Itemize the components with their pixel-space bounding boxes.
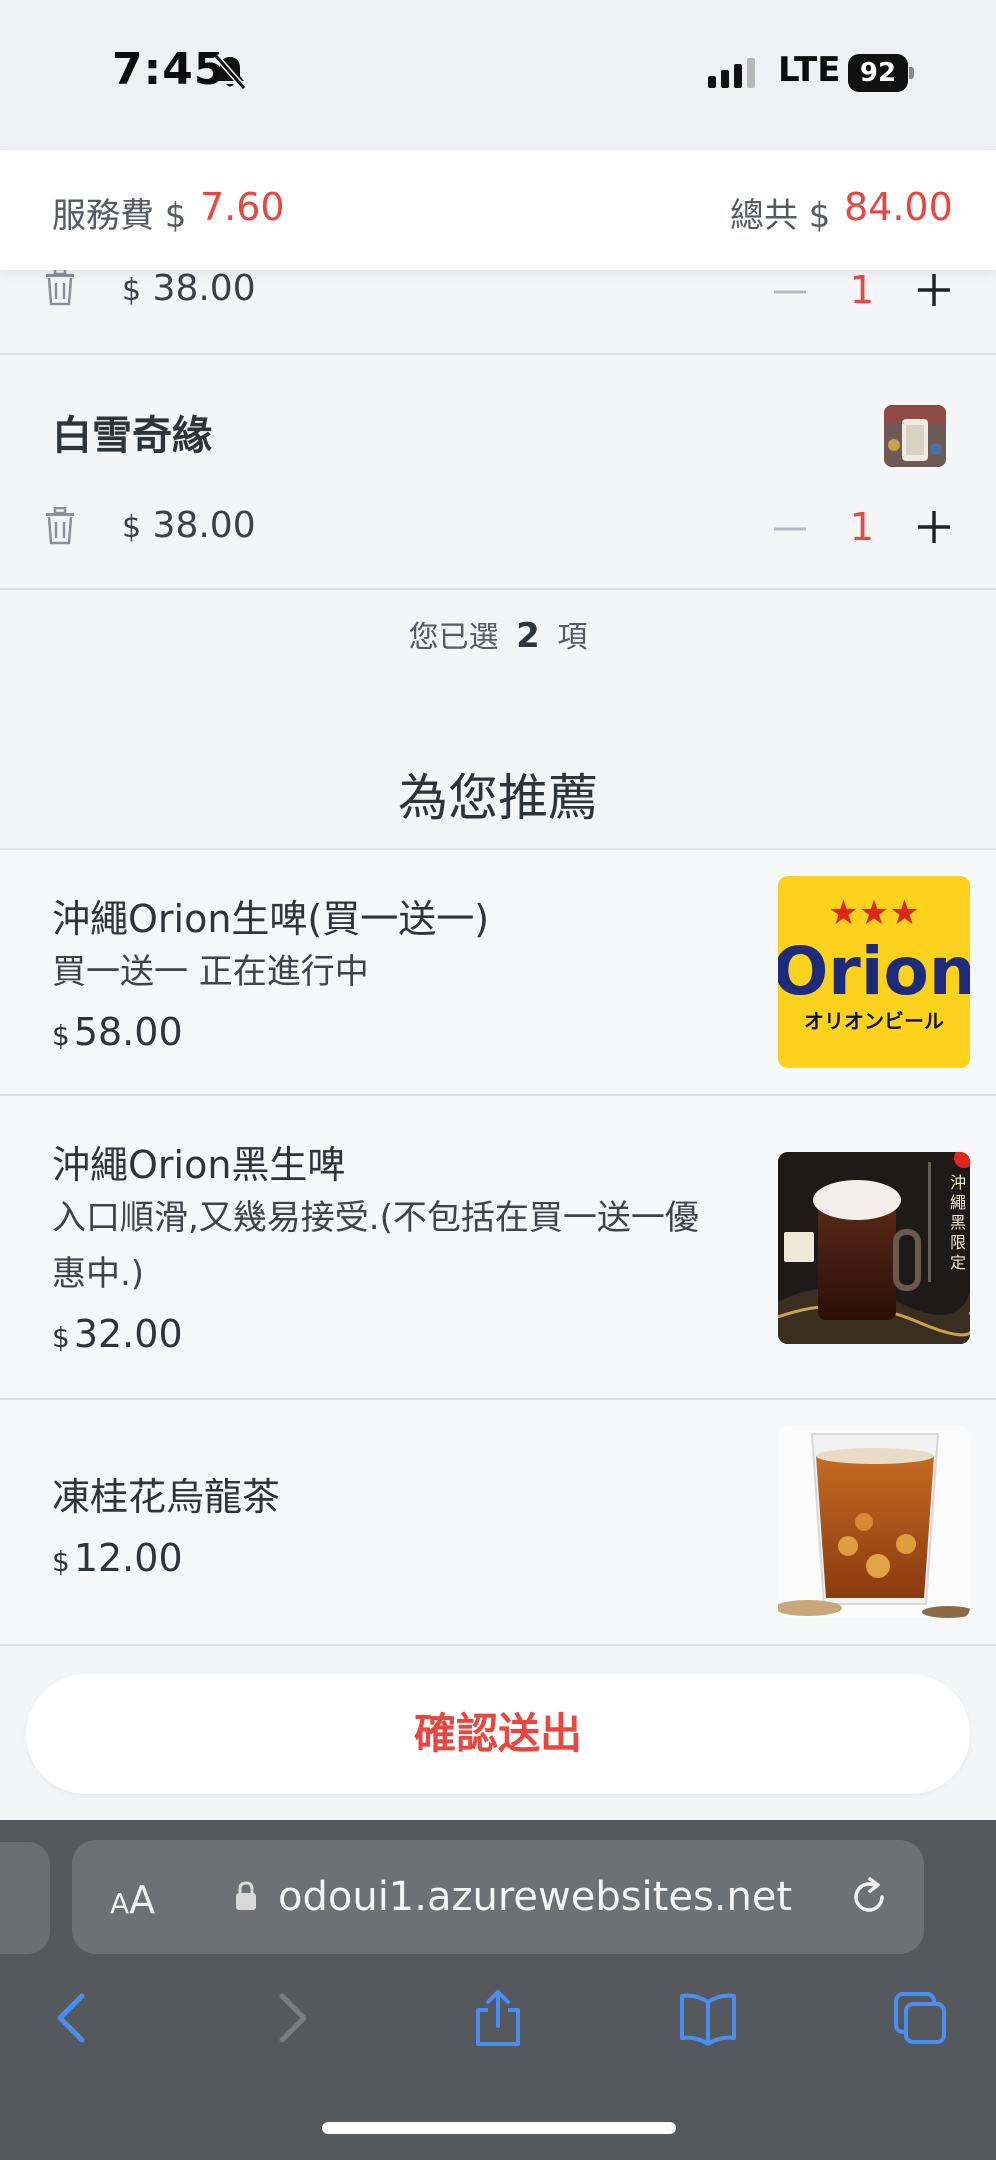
iced-tea-image [778,1426,970,1618]
battery-icon: 92 [848,54,914,92]
recommend-item[interactable]: 凍桂花烏龍茶 $12.00 [0,1400,996,1646]
quantity-value: 1 [849,505,875,549]
item-thumbnail [884,405,946,467]
bookmarks-icon[interactable] [678,1988,738,2048]
cart-item: 白雪奇緣 $ 38.00 1 [0,355,996,590]
price-value: 58.00 [73,1010,183,1054]
aa-large: A [129,1878,156,1922]
orion-logo-subtext: オリオンビール [804,1009,944,1033]
reload-icon[interactable] [848,1876,890,1918]
order-summary-bar: 服務費 $ 7.60 總共 $ 84.00 [0,150,996,270]
recommend-item[interactable]: 沖繩Orion生啤(買一送一) 買一送一 正在進行中 $58.00 ★★★ Or… [0,848,996,1096]
decrease-quantity-button[interactable] [772,511,808,547]
previous-tab-edge[interactable] [0,1842,50,1954]
selected-number: 2 [516,616,540,656]
trash-icon[interactable] [44,507,76,545]
decrease-quantity-button[interactable] [772,274,808,310]
recommend-item[interactable]: 沖繩Orion黑生啤 入口順滑,又幾易接受.(不包括在買一送一優惠中.) $32… [0,1096,996,1400]
aa-small: A [110,1887,130,1920]
recommend-item-name: 沖繩Orion黑生啤 [52,1143,346,1187]
browser-toolbar: AA odoui1.azurewebsites.net [0,1820,996,2160]
price-value: 38.00 [152,505,256,546]
reader-aa-button[interactable]: AA [110,1878,155,1922]
selected-count: 您已選 2 項 [0,612,996,656]
address-bar[interactable]: AA odoui1.azurewebsites.net [72,1840,924,1954]
recommend-item-name: 沖繩Orion生啤(買一送一) [52,897,490,941]
svg-text:繩: 繩 [950,1193,966,1212]
quantity-value: 1 [849,268,875,312]
lock-icon [236,1881,256,1910]
tabs-icon[interactable] [890,1988,950,2048]
recommend-item-price: $12.00 [52,1536,183,1580]
item-price: $ 38.00 [122,505,256,546]
item-name: 白雪奇緣 [52,413,212,459]
battery-level: 92 [848,54,908,92]
home-indicator[interactable] [322,2122,676,2134]
orion-logo-text: Orion [778,933,970,1010]
price-value: 38.00 [152,268,256,309]
recommend-item-desc: 入口順滑,又幾易接受.(不包括在買一送一優惠中.) [52,1198,699,1294]
svg-text:定: 定 [950,1253,966,1272]
currency-symbol: $ [52,1545,70,1578]
battery-tip [909,67,914,79]
recommend-item-name: 凍桂花烏龍茶 [52,1475,281,1519]
item-price: $ 38.00 [122,268,256,309]
svg-text:黑: 黑 [950,1213,966,1232]
status-bar: 7:45 LTE 92 [0,0,996,150]
currency-symbol: $ [52,1321,70,1354]
forward-icon[interactable] [260,1988,320,2048]
recommend-title: 為您推薦 [398,769,598,827]
back-icon[interactable] [44,1988,104,2048]
selected-prefix: 您已選 [408,620,499,655]
svg-text:限: 限 [950,1233,966,1252]
network-label: LTE [778,50,841,90]
price-value: 12.00 [73,1536,183,1580]
currency-symbol: $ [52,1019,70,1052]
recommend-item-price: $32.00 [52,1312,183,1356]
currency-symbol: $ [122,510,142,545]
increase-quantity-button[interactable] [916,272,952,308]
price-value: 32.00 [73,1312,183,1356]
dark-beer-image: 沖 繩 黑 限 定 [778,1152,970,1344]
currency-symbol: $ [122,273,142,308]
bell-muted-icon [213,54,247,90]
total-value: 84.00 [844,185,953,229]
orion-beer-image: ★★★ Orion オリオンビール [778,876,970,1068]
svg-text:沖: 沖 [950,1173,966,1192]
trash-icon[interactable] [44,268,76,306]
service-fee-value: 7.60 [200,185,285,229]
confirm-submit-button[interactable]: 確認送出 [26,1674,970,1794]
increase-quantity-button[interactable] [916,509,952,545]
recommend-item-desc: 買一送一 正在進行中 [52,952,369,992]
url-text: odoui1.azurewebsites.net [278,1874,793,1920]
recommend-item-price: $58.00 [52,1010,183,1054]
service-fee-label: 服務費 $ [52,196,187,236]
svg-text:★★★: ★★★ [828,893,919,933]
status-time: 7:45 [112,44,226,95]
total-label: 總共 $ [730,196,831,236]
selected-suffix: 項 [557,620,588,655]
signal-icon [708,58,755,88]
share-icon[interactable] [468,1988,528,2048]
